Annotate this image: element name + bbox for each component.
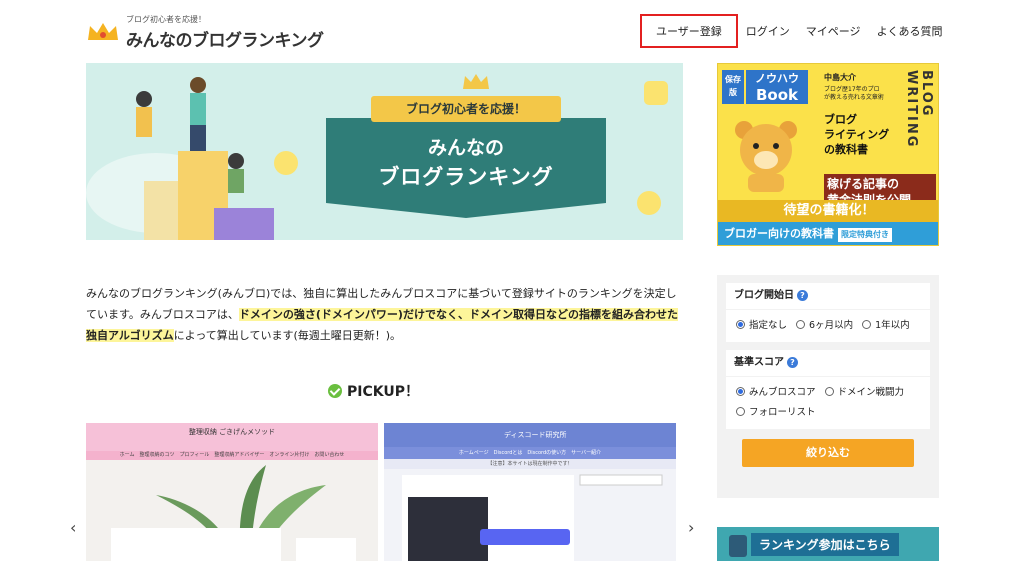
site-tagline: ブログ初心者を応援！ bbox=[126, 15, 206, 24]
ad-badge: 保存版 bbox=[722, 70, 744, 104]
radio-blog-start-1y[interactable]: 1年以内 bbox=[862, 320, 910, 331]
ad-bottom-caption-text: ブロガー向けの教科書 bbox=[724, 227, 834, 240]
hero-title-line2: ブログランキング bbox=[378, 165, 554, 189]
site-logo[interactable]: ブログ初心者を応援！ みんなのブログランキング bbox=[86, 14, 326, 51]
ad-book-title-1: ブログ bbox=[824, 113, 857, 126]
ad-knowhow-label: ノウハウ bbox=[755, 72, 799, 85]
card-nav: ホームページ Discordとは Discordの使い方 サーバー紹介 bbox=[384, 447, 676, 459]
intro-text-part2: によって算出しています(毎週土曜日更新！)。 bbox=[173, 329, 402, 342]
radio-score-minburo[interactable]: みんブロスコア bbox=[736, 387, 816, 398]
laptop-icon bbox=[729, 535, 747, 557]
ad-bottom-caption: ブロガー向けの教科書 限定特典付き bbox=[718, 222, 938, 245]
card-header: ディスコード研究所 bbox=[384, 423, 676, 447]
card-nav: ホーム 整理収納のコツ プロフィール 整理収納アドバイザー オンライン片付け お… bbox=[86, 451, 378, 460]
site-title: みんなのブログランキング bbox=[126, 31, 324, 51]
radio-score-domain[interactable]: ドメイン戦闘力 bbox=[824, 387, 905, 398]
ranking-join-text: ランキング参加はこちら bbox=[751, 533, 899, 556]
radio-label: 6ヶ月以内 bbox=[809, 320, 854, 331]
card-header: 整理収納 ごきげんメソッド bbox=[86, 423, 378, 451]
pickup-heading: PICKUP！ bbox=[328, 381, 419, 401]
radio-selected-icon bbox=[736, 320, 745, 329]
ad-book-title-2: ライティング bbox=[824, 128, 890, 141]
hero-title-line1: みんなの bbox=[427, 137, 504, 159]
score-label: 基準スコア? bbox=[726, 350, 930, 376]
ranking-join-banner[interactable]: ランキング参加はこちら bbox=[717, 527, 939, 561]
hero-ribbon: ブログ初心者を応援！ bbox=[371, 96, 561, 122]
filter-panel: ブログ開始日? 指定なし 6ヶ月以内 1年以内 基準スコア? みんブロスコア ド… bbox=[717, 275, 939, 498]
ad-bonus-tag: 限定特典付き bbox=[838, 228, 892, 242]
radio-label: ドメイン戦闘力 bbox=[837, 387, 905, 398]
radio-label: 1年以内 bbox=[875, 320, 910, 331]
header-nav: ユーザー登録 ログイン マイページ よくある質問 bbox=[640, 14, 951, 48]
nav-mypage[interactable]: マイページ bbox=[798, 23, 869, 39]
ad-knowhow-book: Book bbox=[755, 86, 799, 104]
nav-register[interactable]: ユーザー登録 bbox=[640, 14, 738, 48]
radio-label: 指定なし bbox=[749, 320, 788, 331]
ad-bottom-strip: 待望の書籍化！ bbox=[718, 200, 938, 222]
radio-icon bbox=[824, 387, 834, 396]
pickup-card[interactable]: ディスコード研究所 ホームページ Discordとは Discordの使い方 サ… bbox=[384, 423, 676, 561]
card-notice: 【注意】本サイトは現在制作中です！ bbox=[384, 459, 676, 469]
radio-score-follow[interactable]: フォローリスト bbox=[736, 407, 816, 418]
ad-book-title: ブログ ライティング の教科書 bbox=[824, 112, 889, 157]
score-label-text: 基準スコア bbox=[734, 357, 784, 368]
ad-side-text: BLOG WRITING bbox=[904, 70, 934, 149]
card-thumbnail bbox=[384, 469, 676, 561]
help-icon[interactable]: ? bbox=[797, 290, 808, 301]
blog-start-label-text: ブログ開始日 bbox=[734, 290, 794, 301]
score-options: みんブロスコア ドメイン戦闘力 フォローリスト bbox=[726, 377, 930, 429]
carousel-prev-arrow[interactable]: ‹ bbox=[70, 518, 76, 537]
filter-submit-button[interactable]: 絞り込む bbox=[742, 439, 914, 467]
check-circle-icon bbox=[328, 384, 342, 398]
carousel-next-arrow[interactable]: › bbox=[688, 518, 694, 537]
nav-faq[interactable]: よくある質問 bbox=[869, 23, 951, 39]
intro-text: みんなのブログランキング(みんブロ)では、独自に算出したみんブロスコアに基づいて… bbox=[86, 283, 686, 346]
hero-banner: ブログ初心者を応援！ みんなの ブログランキング bbox=[86, 63, 683, 240]
ad-copy: ブログ歴17年のプロが教える売れる文章術 bbox=[824, 86, 884, 101]
blog-start-label: ブログ開始日? bbox=[726, 283, 930, 309]
ad-headline-1: 稼げる記事の bbox=[827, 177, 900, 191]
radio-icon bbox=[796, 320, 806, 329]
radio-blog-start-none[interactable]: 指定なし bbox=[736, 320, 787, 331]
crown-icon bbox=[88, 23, 118, 40]
help-icon[interactable]: ? bbox=[787, 357, 798, 368]
book-ad-banner[interactable]: 保存版 ノウハウ Book 中島大介 ブログ歴17年のプロが教える売れる文章術 … bbox=[717, 63, 939, 246]
ad-knowhow: ノウハウ Book bbox=[746, 70, 808, 104]
bear-mascot-icon bbox=[735, 121, 797, 192]
radio-icon bbox=[736, 407, 745, 416]
radio-icon bbox=[862, 320, 872, 329]
pickup-title: PICKUP！ bbox=[347, 384, 419, 400]
hero-crown-icon bbox=[463, 74, 489, 89]
radio-selected-icon bbox=[736, 387, 745, 396]
radio-blog-start-6m[interactable]: 6ヶ月以内 bbox=[796, 320, 853, 331]
nav-login[interactable]: ログイン bbox=[738, 23, 798, 39]
ad-author: 中島大介 bbox=[824, 73, 856, 82]
blog-start-options: 指定なし 6ヶ月以内 1年以内 bbox=[726, 310, 930, 342]
radio-label: みんブロスコア bbox=[749, 387, 816, 398]
card-thumbnail bbox=[86, 460, 378, 561]
ad-book-title-3: の教科書 bbox=[824, 143, 868, 156]
radio-label: フォローリスト bbox=[749, 407, 816, 418]
pickup-card[interactable]: 整理収納 ごきげんメソッド ホーム 整理収納のコツ プロフィール 整理収納アドバ… bbox=[86, 423, 378, 561]
